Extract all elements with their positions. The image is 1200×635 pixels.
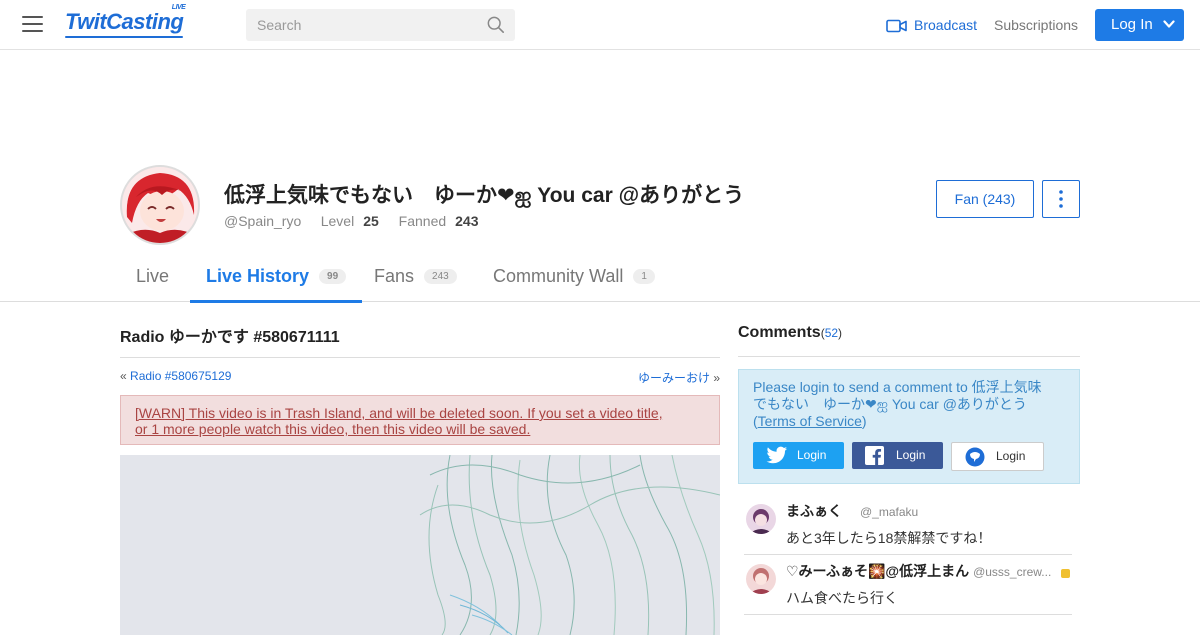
commenter-display-name: まふぁく — [786, 503, 856, 519]
top-navbar: TwitCasting LIVE Broadcast Subscriptions… — [0, 0, 1200, 50]
facebook-login-button[interactable]: Login — [852, 442, 943, 469]
tab-community-wall-label: Community Wall — [493, 266, 624, 286]
level-value: 25 — [363, 213, 379, 229]
twitcasting-login-button[interactable]: Login — [951, 442, 1044, 471]
commenter-name[interactable]: まふぁく @_mafaku — [786, 501, 918, 521]
subscriptions-link[interactable]: Subscriptions — [994, 17, 1078, 33]
tab-community-wall[interactable]: Community Wall 1 — [493, 253, 655, 300]
login-label: Log In — [1111, 16, 1153, 33]
tab-live-history[interactable]: Live History 99 — [190, 253, 363, 303]
video-player[interactable] — [120, 455, 720, 635]
facebook-icon — [865, 446, 884, 465]
video-thumbnail — [120, 455, 720, 635]
tab-live[interactable]: Live — [136, 253, 169, 300]
tab-fans-label: Fans — [374, 266, 415, 286]
commenter-avatar-image — [746, 504, 776, 534]
fanned-label: Fanned — [398, 213, 447, 229]
broadcast-label: Broadcast — [914, 17, 978, 33]
level-label: Level — [320, 213, 355, 229]
logo-underline — [65, 36, 184, 38]
login-message: Please login to send a comment to 低浮上気味で… — [753, 379, 1053, 430]
login-to-comment-box: Please login to send a comment to 低浮上気味で… — [738, 369, 1080, 484]
trash-warning-link[interactable]: [WARN] This video is in Trash Island, an… — [135, 405, 675, 437]
comments-title: Comments — [738, 324, 821, 341]
logo-text: TwitCasting — [65, 9, 184, 34]
tab-fans-badge: 243 — [424, 269, 457, 284]
twitter-login-label: Login — [797, 448, 827, 462]
trash-warning-box: [WARN] This video is in Trash Island, an… — [120, 395, 720, 445]
profile-title: 低浮上気味でもない ゆーか❤ஐ You car @ありがとう — [224, 184, 745, 207]
twitcasting-logo[interactable]: TwitCasting LIVE — [65, 4, 186, 38]
menu-icon[interactable] — [22, 16, 43, 32]
commenter-display-name: ♡みーふぁそ🎇@低浮上まん — [786, 563, 970, 579]
commenter-avatar[interactable] — [746, 564, 776, 594]
profile-handle: @Spain_ryo — [224, 213, 302, 229]
video-camera-icon — [886, 19, 907, 33]
divider — [738, 356, 1080, 357]
broadcast-link[interactable]: Broadcast — [886, 17, 977, 33]
logo-live-label: LIVE — [171, 4, 186, 11]
profile-meta: @Spain_ryo Level 25 Fanned 243 — [224, 213, 495, 229]
avatar[interactable] — [120, 165, 200, 245]
commenter-name[interactable]: ♡みーふぁそ🎇@低浮上まん @usss_crew... — [786, 561, 1051, 581]
search-input[interactable] — [246, 9, 493, 41]
facebook-login-label: Login — [896, 448, 926, 462]
login-button[interactable]: Log In — [1095, 9, 1184, 41]
more-options-button[interactable] — [1042, 180, 1080, 218]
login-message-text: Please login to send a comment to 低浮上気味で… — [753, 379, 1042, 412]
prev-movie-link[interactable]: Radio #580675129 — [130, 369, 231, 383]
next-movie-nav: ゆーみーおけ » — [638, 369, 720, 386]
tab-fans[interactable]: Fans 243 — [374, 253, 457, 300]
tab-live-history-label: Live History — [206, 266, 310, 286]
comments-count-close: ) — [838, 326, 843, 340]
commenter-id: @_mafaku — [860, 505, 919, 519]
tab-live-history-badge: 99 — [319, 269, 347, 284]
twitter-icon — [766, 446, 788, 464]
fanned-value: 243 — [455, 213, 479, 229]
twitcasting-icon — [965, 447, 985, 467]
comment-text: あと3年したら18禁解禁ですね！ — [786, 530, 992, 546]
next-movie-link[interactable]: ゆーみーおけ — [638, 371, 710, 385]
comments-heading: Comments(52) — [738, 324, 842, 342]
search-icon[interactable] — [487, 16, 505, 34]
vertical-dots-icon — [1059, 190, 1063, 208]
search-box — [246, 9, 515, 41]
comment-item: ♡みーふぁそ🎇@低浮上まん @usss_crew... ハム食べたら行く — [744, 558, 1072, 615]
twitcasting-login-label: Login — [996, 449, 1026, 463]
prev-movie-nav: « Radio #580675129 — [120, 369, 231, 383]
next-arrow: » — [713, 371, 720, 385]
comment-item: まふぁく @_mafaku あと3年したら18禁解禁ですね！ — [744, 498, 1072, 555]
divider — [120, 357, 720, 358]
supporter-badge-icon — [1061, 569, 1070, 578]
commenter-avatar-image — [746, 564, 776, 594]
terms-of-service-link[interactable]: Terms of Service — [758, 413, 862, 429]
movie-title: Radio ゆーかです #580671111 — [120, 329, 340, 346]
tab-community-wall-badge: 1 — [633, 269, 655, 284]
twitter-login-button[interactable]: Login — [753, 442, 844, 469]
fan-button[interactable]: Fan (243) — [936, 180, 1034, 218]
avatar-image — [122, 167, 198, 243]
comment-text: ハム食べたら行く — [786, 590, 898, 606]
comments-count: 52 — [824, 326, 839, 340]
profile-tabs: Live Live History 99 Fans 243 Community Wa… — [0, 253, 1200, 303]
prev-arrow: « — [120, 369, 127, 383]
chevron-down-icon — [1163, 20, 1175, 28]
commenter-id: @usss_crew... — [973, 565, 1052, 579]
tos-close: ) — [861, 413, 867, 429]
tab-live-label: Live — [136, 266, 170, 286]
commenter-avatar[interactable] — [746, 504, 776, 534]
